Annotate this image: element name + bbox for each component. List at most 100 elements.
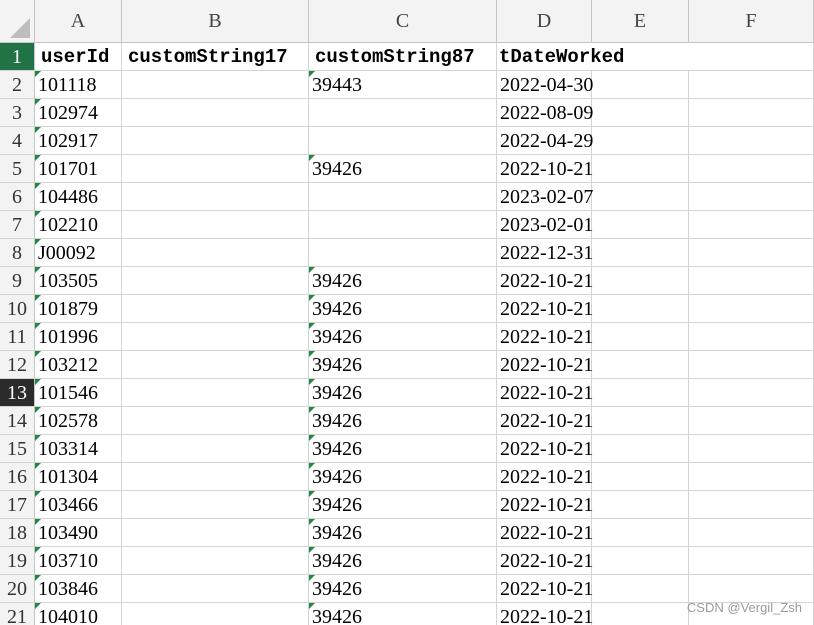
row-header-9[interactable]: 9 [0,267,35,295]
cell-e4[interactable] [592,127,689,155]
cell-c8[interactable] [309,239,497,267]
cell-c16[interactable]: 39426 [309,463,497,491]
cell-f11[interactable] [689,323,814,351]
row-header-3[interactable]: 3 [0,99,35,127]
cell-a10[interactable]: 101879 [35,295,122,323]
cell-e11[interactable] [592,323,689,351]
cell-d11[interactable]: 2022-10-21 [497,323,593,351]
cell-d5[interactable]: 2022-10-21 [497,155,593,183]
cell-d9[interactable]: 2022-10-21 [497,267,593,295]
row-header-18[interactable]: 18 [0,519,35,547]
cell-f13[interactable] [689,379,814,407]
header-cell-b[interactable]: customString17 [122,43,309,71]
cell-f18[interactable] [689,519,814,547]
cell-e7[interactable] [592,211,689,239]
column-header-b[interactable]: B [122,0,309,43]
cell-b3[interactable] [122,99,309,127]
cell-f9[interactable] [689,267,814,295]
cell-b19[interactable] [122,547,309,575]
cell-e9[interactable] [592,267,689,295]
row-header-21[interactable]: 21 [0,603,35,625]
cell-d17[interactable]: 2022-10-21 [497,491,593,519]
cell-b10[interactable] [122,295,309,323]
cell-c12[interactable]: 39426 [309,351,497,379]
cell-c19[interactable]: 39426 [309,547,497,575]
column-header-a[interactable]: A [35,0,122,43]
cell-d7[interactable]: 2023-02-01 [497,211,593,239]
cell-c4[interactable] [309,127,497,155]
cell-b20[interactable] [122,575,309,603]
cell-e19[interactable] [592,547,689,575]
cell-f17[interactable] [689,491,814,519]
cell-f20[interactable] [689,575,814,603]
cell-d4[interactable]: 2022-04-29 [497,127,593,155]
cell-d21[interactable]: 2022-10-21 [497,603,593,625]
row-header-1[interactable]: 1 [0,43,35,71]
cell-e13[interactable] [592,379,689,407]
cell-a18[interactable]: 103490 [35,519,122,547]
spreadsheet-grid[interactable]: ABCDEF 1 2 3 4 5 6 7 8 9 10 11 12 13 14 15 16 17 18 19 20 21… [0,0,814,625]
cell-a4[interactable]: 102917 [35,127,122,155]
row-header-12[interactable]: 12 [0,351,35,379]
cell-e14[interactable] [592,407,689,435]
row-header-11[interactable]: 11 [0,323,35,351]
cell-f15[interactable] [689,435,814,463]
cell-f8[interactable] [689,239,814,267]
header-cell-c[interactable]: customString87 [309,43,497,71]
row-header-16[interactable]: 16 [0,463,35,491]
cell-e12[interactable] [592,351,689,379]
cell-d6[interactable]: 2023-02-07 [497,183,593,211]
row-header-2[interactable]: 2 [0,71,35,99]
cell-b16[interactable] [122,463,309,491]
cell-c15[interactable]: 39426 [309,435,497,463]
cell-b9[interactable] [122,267,309,295]
cell-b13[interactable] [122,379,309,407]
header-cell-d[interactable]: tDateWorked [497,43,689,71]
cell-e6[interactable] [592,183,689,211]
cell-c7[interactable] [309,211,497,239]
cell-b18[interactable] [122,519,309,547]
cell-f4[interactable] [689,127,814,155]
cell-b6[interactable] [122,183,309,211]
cell-d10[interactable]: 2022-10-21 [497,295,593,323]
header-cell-f[interactable] [689,43,814,71]
cell-d19[interactable]: 2022-10-21 [497,547,593,575]
cell-e3[interactable] [592,99,689,127]
cell-d18[interactable]: 2022-10-21 [497,519,593,547]
cell-b12[interactable] [122,351,309,379]
cell-a14[interactable]: 102578 [35,407,122,435]
cell-f16[interactable] [689,463,814,491]
cell-c18[interactable]: 39426 [309,519,497,547]
select-all-corner[interactable] [0,0,35,43]
cell-b2[interactable] [122,71,309,99]
cell-d12[interactable]: 2022-10-21 [497,351,593,379]
cell-b7[interactable] [122,211,309,239]
cell-a3[interactable]: 102974 [35,99,122,127]
cell-d13[interactable]: 2022-10-21 [497,379,593,407]
cell-d16[interactable]: 2022-10-21 [497,463,593,491]
cell-d15[interactable]: 2022-10-21 [497,435,593,463]
cell-c20[interactable]: 39426 [309,575,497,603]
cell-e2[interactable] [592,71,689,99]
cell-f2[interactable] [689,71,814,99]
cell-e20[interactable] [592,575,689,603]
cell-e10[interactable] [592,295,689,323]
cell-b8[interactable] [122,239,309,267]
cell-b15[interactable] [122,435,309,463]
cell-f10[interactable] [689,295,814,323]
cell-b4[interactable] [122,127,309,155]
row-header-10[interactable]: 10 [0,295,35,323]
cell-c13[interactable]: 39426 [309,379,497,407]
cell-c3[interactable] [309,99,497,127]
cell-b14[interactable] [122,407,309,435]
cell-a8[interactable]: J00092 [35,239,122,267]
cell-b21[interactable] [122,603,309,625]
cell-c17[interactable]: 39426 [309,491,497,519]
cell-a13[interactable]: 101546 [35,379,122,407]
cell-a6[interactable]: 104486 [35,183,122,211]
row-header-7[interactable]: 7 [0,211,35,239]
cell-a20[interactable]: 103846 [35,575,122,603]
row-header-17[interactable]: 17 [0,491,35,519]
cell-c6[interactable] [309,183,497,211]
cell-f14[interactable] [689,407,814,435]
